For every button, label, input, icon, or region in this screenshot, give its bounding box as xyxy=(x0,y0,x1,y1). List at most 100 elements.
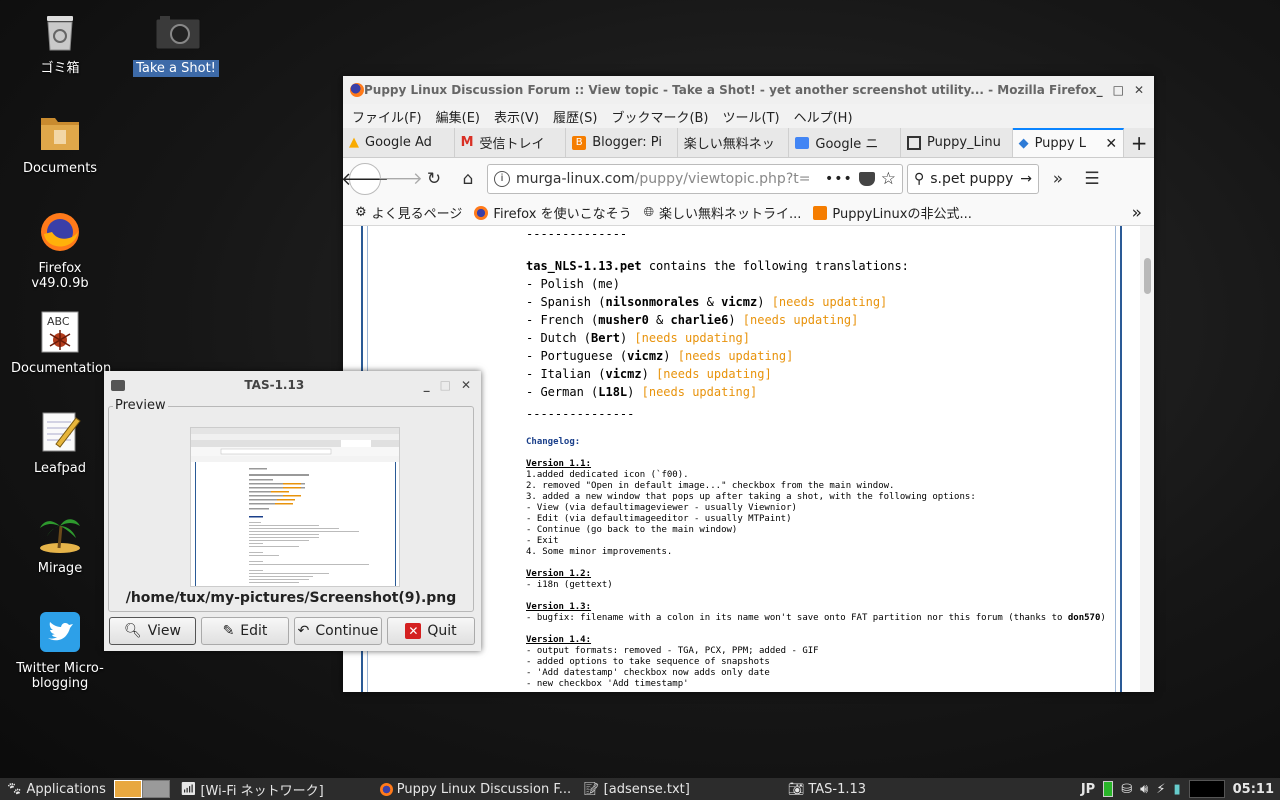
menu-tools[interactable]: ツール(T) xyxy=(718,107,789,126)
drive-icon[interactable]: ⛁ xyxy=(1121,782,1132,797)
home-button[interactable]: ⌂ xyxy=(453,164,483,194)
changelog-line: - Exit xyxy=(526,536,559,546)
tab-label: Google ニ xyxy=(815,137,879,152)
desktop-icon-documentation[interactable]: ABC Documentation xyxy=(8,310,112,377)
translations-heading: tas_NLS-1.13.pet contains the following … xyxy=(526,257,1116,275)
translation-portuguese: - Portuguese (vicmz) [needs updating] xyxy=(526,349,794,363)
search-input[interactable]: s.pet puppy xyxy=(930,171,1014,187)
url-text[interactable]: murga-linux.com/puppy/viewtopic.php?t= xyxy=(516,171,819,187)
power-icon[interactable]: ▮ xyxy=(1173,782,1180,797)
bookmark-label: Firefox を使いこなそう xyxy=(493,207,632,222)
magnifier-icon: 🔍︎ xyxy=(123,623,142,639)
desktop-icon-firefox[interactable]: Firefox v49.0.9b xyxy=(8,210,112,292)
continue-button[interactable]: ↶ Continue xyxy=(294,617,382,645)
forward-button[interactable]: 🡒 xyxy=(377,164,423,194)
back-button[interactable]: 🡐 xyxy=(341,163,389,195)
menu-bookmarks[interactable]: ブックマーク(B) xyxy=(606,107,717,126)
menu-file[interactable]: ファイル(F) xyxy=(347,107,431,126)
bookmarks-overflow-icon[interactable]: » xyxy=(1132,203,1142,223)
page-actions-icon[interactable]: ••• xyxy=(825,171,853,187)
translation-dutch: - Dutch (Bert) [needs updating] xyxy=(526,331,750,345)
menu-history[interactable]: 履歴(S) xyxy=(548,107,606,126)
search-go-icon[interactable]: → xyxy=(1020,171,1032,187)
search-bar[interactable]: ⚲ s.pet puppy → xyxy=(907,164,1039,194)
page-scrollbar[interactable] xyxy=(1140,226,1154,692)
desktop-icon-trash[interactable]: ゴミ箱 xyxy=(8,10,112,77)
bookmark-most-visited[interactable]: ⚙ よく見るページ xyxy=(355,203,462,222)
tab-puppy-linux-1[interactable]: Puppy_Linu xyxy=(901,128,1013,157)
volume-icon[interactable]: 🔊︎ xyxy=(1140,782,1148,797)
google-news-icon xyxy=(795,136,810,149)
changelog-line: - Continue (go back to the main window) xyxy=(526,525,738,535)
close-window-button[interactable]: ✕ xyxy=(1134,83,1144,97)
bookmark-puppylinux[interactable]: PuppyLinuxの非公式... xyxy=(813,203,972,222)
applications-menu[interactable]: 🐾︎ Applications xyxy=(0,782,112,797)
changelog-line: 2. removed "Open in default image..." ch… xyxy=(526,481,895,491)
tab-free-net[interactable]: 楽しい無料ネッ xyxy=(678,128,790,157)
tab-bar: ▲ Google Ad M 受信トレイ B Blogger: Pi 楽しい無料ネ… xyxy=(343,128,1154,158)
clock[interactable]: 05:11 xyxy=(1233,782,1274,797)
desktop-icon-mirage[interactable]: Mirage xyxy=(8,510,112,577)
battery-icon[interactable] xyxy=(1103,781,1114,797)
tab-google-news[interactable]: Google ニ xyxy=(789,128,901,157)
right-border xyxy=(1120,226,1122,692)
desktop-icon-twitter[interactable]: Twitter Micro-blogging xyxy=(8,610,112,692)
minimize-button[interactable]: _ xyxy=(424,378,430,392)
tas-titlebar[interactable]: TAS-1.13 _ □ ✕ xyxy=(104,371,481,399)
url-bar[interactable]: i murga-linux.com/puppy/viewtopic.php?t=… xyxy=(487,164,903,194)
edit-button[interactable]: ✎ Edit xyxy=(201,617,289,645)
bookmark-firefox-guide[interactable]: Firefox を使いこなそう xyxy=(474,203,632,222)
desktop-icon-leafpad[interactable]: Leafpad xyxy=(8,410,112,477)
close-tab-icon[interactable]: ✕ xyxy=(1105,136,1117,152)
bookmark-free-net[interactable]: 🌐︎ 楽しい無料ネットライ... xyxy=(644,203,802,222)
workspace-1[interactable] xyxy=(113,780,142,798)
workspace-2[interactable] xyxy=(141,780,170,798)
firefox-icon xyxy=(379,782,393,796)
tab-gmail[interactable]: M 受信トレイ xyxy=(455,128,567,157)
maximize-button[interactable]: □ xyxy=(1113,83,1124,97)
taskbar-item-firefox[interactable]: Puppy Linux Discussion F... xyxy=(374,782,577,797)
connect-icon[interactable]: ⚡︎ xyxy=(1156,782,1165,797)
quit-button[interactable]: ✕ Quit xyxy=(387,617,475,645)
hamburger-menu-icon[interactable]: ☰ xyxy=(1077,164,1107,194)
bookmark-star-icon[interactable]: ☆ xyxy=(881,169,896,189)
firefox-label-version: v49.0.9b xyxy=(31,276,89,291)
overflow-chevron-icon[interactable]: » xyxy=(1043,164,1073,194)
network-icon: 📶︎ xyxy=(179,781,197,797)
taskbar-item-label: Puppy Linux Discussion F... xyxy=(396,781,572,797)
menu-edit[interactable]: 編集(E) xyxy=(431,107,489,126)
menu-view[interactable]: 表示(V) xyxy=(489,107,548,126)
tab-google-ads[interactable]: ▲ Google Ad xyxy=(343,128,455,157)
close-window-button[interactable]: ✕ xyxy=(461,378,471,392)
tab-puppy-linux-active[interactable]: ◆ Puppy L ✕ xyxy=(1012,128,1125,157)
desktop-icon-take-a-shot[interactable]: Take a Shot! xyxy=(124,10,228,77)
firefox-titlebar[interactable]: Puppy Linux Discussion Forum :: View top… xyxy=(343,76,1154,104)
desktop-icon-documents[interactable]: Documents xyxy=(8,110,112,177)
keyboard-layout[interactable]: JP xyxy=(1081,782,1095,797)
changelog-line: - bugfix: filename with a colon in its n… xyxy=(526,613,1106,623)
changelog-line: - Edit (via defaultimageeditor - usually… xyxy=(526,514,792,524)
pocket-icon[interactable] xyxy=(858,172,875,186)
taskbar-item-wifi[interactable]: 📶︎ [Wi-Fi ネットワーク] xyxy=(174,780,330,799)
view-button[interactable]: 🔍︎ View xyxy=(109,617,196,645)
taskbar-item-leafpad[interactable]: 📝︎ [adsense.txt] xyxy=(577,782,696,797)
new-tab-button[interactable]: + xyxy=(1124,128,1154,157)
maximize-button[interactable]: □ xyxy=(440,378,451,392)
menu-help[interactable]: ヘルプ(H) xyxy=(789,107,862,126)
changelog-line: - i18n (gettext) xyxy=(526,580,613,590)
desktop-icon-label: Mirage xyxy=(37,561,83,576)
taskbar-item-tas[interactable]: 📷︎ TAS-1.13 xyxy=(782,782,872,797)
tab-blogger[interactable]: B Blogger: Pi xyxy=(566,128,678,157)
tas-window: TAS-1.13 _ □ ✕ Preview /home/tux/my-pict… xyxy=(104,371,481,651)
svg-text:ABC: ABC xyxy=(47,315,70,328)
leafpad-icon xyxy=(38,410,82,454)
screenshot-thumbnail[interactable] xyxy=(190,427,400,587)
info-icon[interactable]: i xyxy=(494,171,510,187)
undo-icon: ↶ xyxy=(297,623,310,639)
bookmark-label: 楽しい無料ネットライ... xyxy=(658,207,802,222)
search-icon: ⚲ xyxy=(914,171,925,187)
minimize-button[interactable]: _ xyxy=(1097,83,1103,97)
reload-button[interactable]: ↻ xyxy=(419,164,449,194)
scrollbar-thumb[interactable] xyxy=(1144,258,1151,294)
quit-button-label: Quit xyxy=(427,623,457,639)
